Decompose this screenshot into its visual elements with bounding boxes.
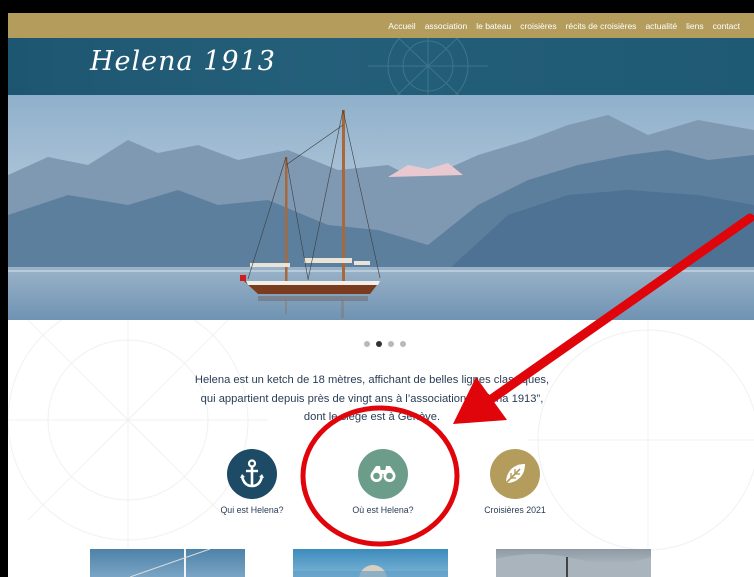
thumbnail-image[interactable] (90, 549, 245, 577)
nav-item-accueil[interactable]: Accueil (388, 21, 415, 31)
feature-label[interactable]: Croisières 2021 (460, 505, 570, 515)
intro-line: dont le siège est à Genève. (303, 411, 441, 423)
feature-label[interactable]: Où est Helena? (328, 505, 438, 515)
feature-ou-est-helena[interactable]: Où est Helena? (328, 449, 438, 515)
nav-item-contact[interactable]: contact (713, 21, 740, 31)
intro-text: Helena est un ketch de 18 mètres, affich… (160, 371, 584, 427)
page-frame: Accueil association le bateau croisières… (0, 0, 754, 577)
thumbnail-image[interactable] (293, 549, 448, 577)
slider-dot-active[interactable] (376, 341, 382, 347)
frame-border-top (0, 0, 754, 13)
site-header: Helena 1913 (8, 38, 754, 95)
feature-label[interactable]: Qui est Helena? (197, 505, 307, 515)
nav-item-liens[interactable]: liens (686, 21, 703, 31)
nav-item-association[interactable]: association (425, 21, 468, 31)
frame-border-left (0, 0, 8, 577)
anchor-icon[interactable] (227, 449, 277, 499)
binoculars-icon[interactable] (358, 449, 408, 499)
intro-line: Helena est un ketch de 18 mètres, affich… (194, 374, 550, 386)
nav-item-croisieres[interactable]: croisières (520, 21, 556, 31)
nav-item-actualite[interactable]: actualité (645, 21, 677, 31)
slider-dot[interactable] (364, 341, 370, 347)
nav-item-le-bateau[interactable]: le bateau (476, 21, 511, 31)
slider-dot[interactable] (388, 341, 394, 347)
feature-croisieres-2021[interactable]: Croisières 2021 (460, 449, 570, 515)
top-nav: Accueil association le bateau croisières… (8, 13, 754, 38)
intro-line: qui appartient depuis près de vingt ans … (200, 392, 544, 405)
thumbnail-image[interactable] (496, 549, 651, 577)
site-logo[interactable]: Helena 1913 (90, 46, 276, 77)
slider-dots (364, 341, 406, 347)
nav-item-recits-de-croisieres[interactable]: récits de croisières (566, 21, 637, 31)
leaf-icon[interactable] (490, 449, 540, 499)
feature-qui-est-helena[interactable]: Qui est Helena? (197, 449, 307, 515)
hero-slider[interactable] (8, 95, 754, 320)
hero-image (8, 95, 754, 320)
slider-dot[interactable] (400, 341, 406, 347)
